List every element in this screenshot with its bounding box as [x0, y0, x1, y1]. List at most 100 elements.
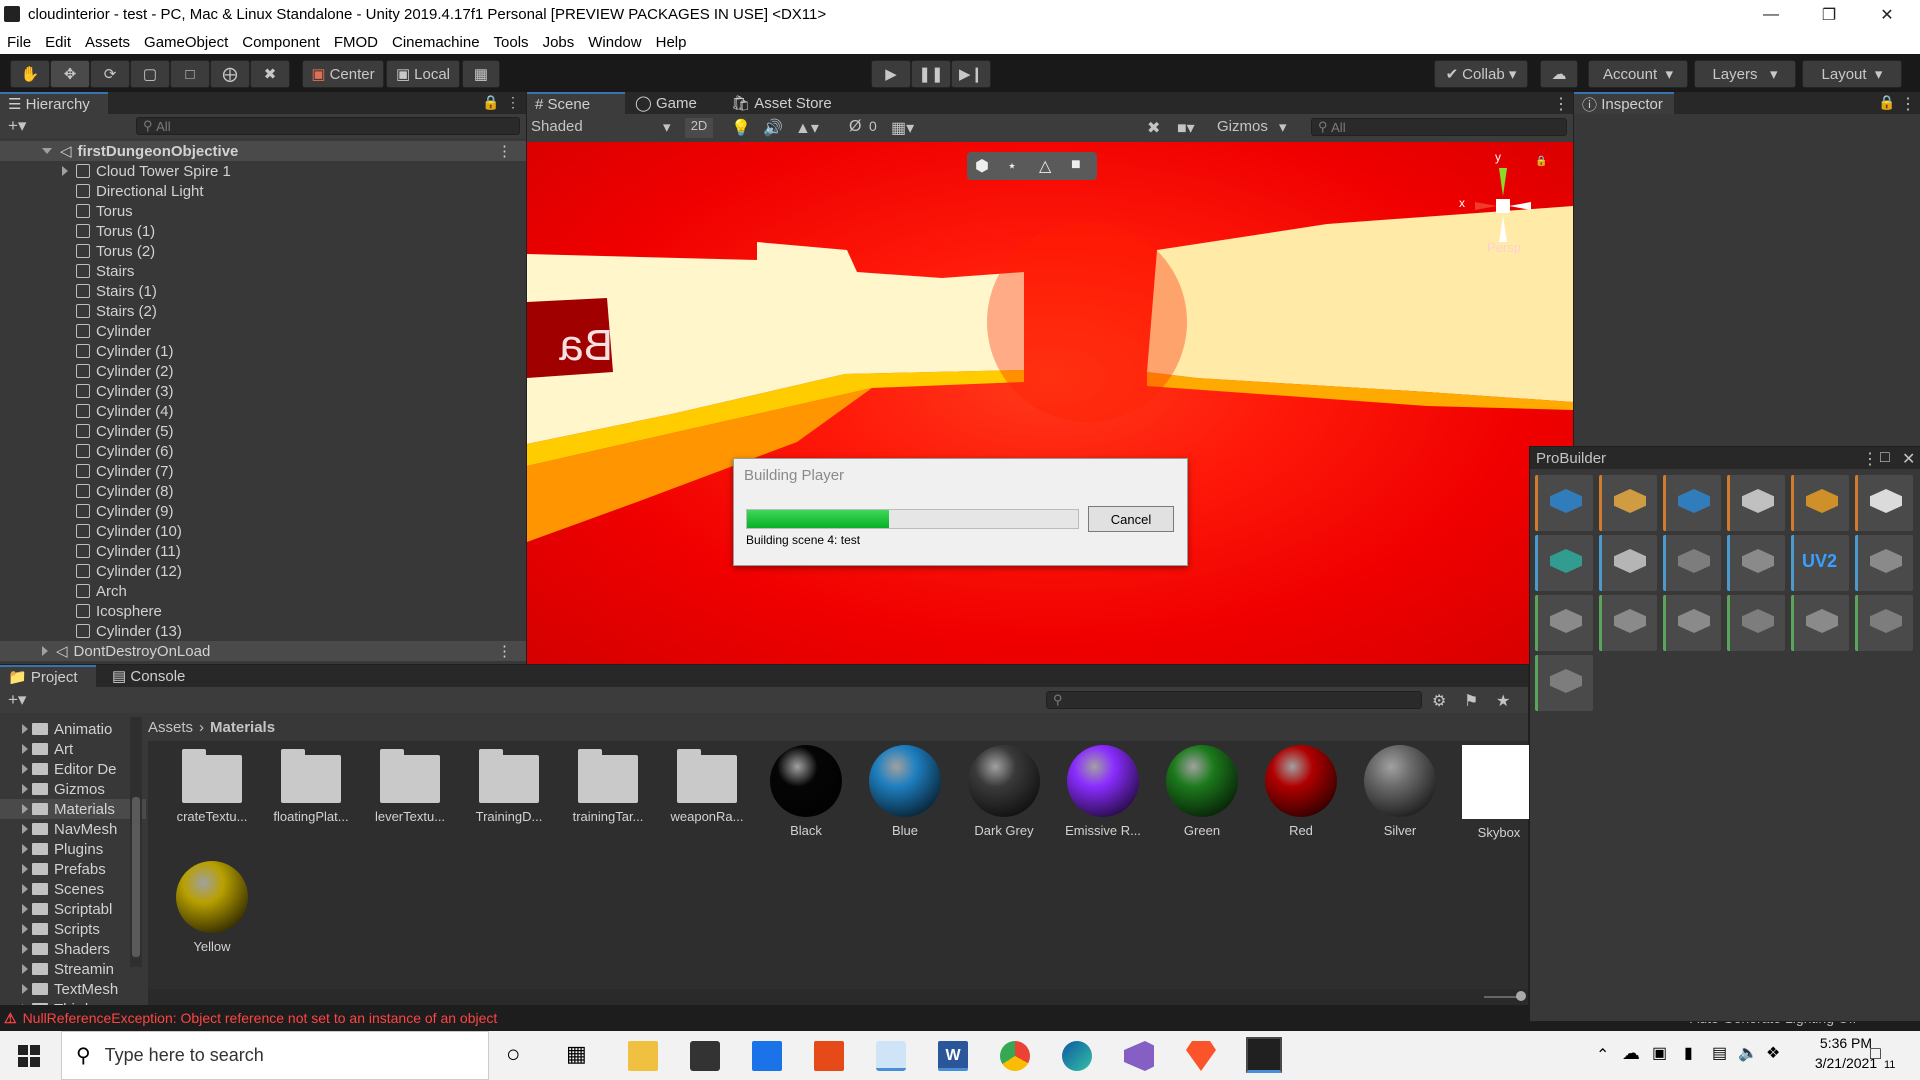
subdivide-icon[interactable]	[1727, 535, 1785, 591]
triangulate-icon[interactable]	[1663, 595, 1721, 651]
word-icon[interactable]: W	[938, 1041, 968, 1071]
material-asset[interactable]: Blue	[857, 743, 953, 838]
asset-folder[interactable]: crateTextu...	[164, 743, 260, 824]
freeze-transform-icon[interactable]	[1599, 535, 1657, 591]
menu-tools[interactable]: Tools	[487, 34, 536, 51]
vertex-colors-icon[interactable]	[1855, 475, 1913, 531]
folder-tree-item[interactable]: TextMesh	[0, 979, 146, 999]
asset-folder[interactable]: leverTextu...	[362, 743, 458, 824]
uv-editor-icon[interactable]	[1727, 475, 1785, 531]
hidden-objects-icon[interactable]: Ø	[849, 118, 861, 136]
expand-arrow-icon[interactable]	[22, 724, 28, 734]
expand-arrow-icon[interactable]	[22, 864, 28, 874]
2d-toggle[interactable]: 2D	[685, 118, 713, 138]
mail-icon[interactable]	[752, 1041, 782, 1071]
hierarchy-item[interactable]: Cylinder (9)	[0, 501, 526, 521]
material-asset[interactable]: Green	[1154, 743, 1250, 838]
tab-console[interactable]: ▤ Console	[104, 665, 220, 687]
folder-tree-item[interactable]: Prefabs	[0, 859, 146, 879]
expand-arrow-icon[interactable]	[22, 844, 28, 854]
folder-tree-item[interactable]: Art	[0, 739, 146, 759]
conform-normals-icon[interactable]	[1535, 595, 1593, 651]
windows-start-icon[interactable]	[18, 1045, 40, 1067]
dontdestroy-row[interactable]: ◁ DontDestroyOnLoad ⋮	[0, 641, 526, 661]
close-icon[interactable]: ✕	[1902, 449, 1915, 469]
face-mode-icon[interactable]: ■	[1071, 156, 1081, 174]
filter-label-icon[interactable]: ⚑	[1464, 691, 1478, 711]
tab-game[interactable]: ◯ Game	[627, 92, 727, 114]
file-explorer-icon[interactable]	[628, 1041, 658, 1071]
folder-tree-item[interactable]: Scriptabl	[0, 899, 146, 919]
hierarchy-item[interactable]: Cylinder (2)	[0, 361, 526, 381]
scene-root-row[interactable]: ◁ firstDungeonObjective ⋮	[0, 141, 526, 161]
cloud-icon[interactable]: ☁	[1540, 60, 1578, 88]
material-asset[interactable]: Silver	[1352, 743, 1448, 838]
expand-arrow-icon[interactable]	[22, 944, 28, 954]
scene-search-input[interactable]: ⚲ All	[1311, 118, 1567, 136]
add-icon[interactable]: +▾	[8, 116, 26, 136]
expand-arrow-icon[interactable]	[22, 924, 28, 934]
asset-folder[interactable]: trainingTar...	[560, 743, 656, 824]
material-asset[interactable]: Dark Grey	[956, 743, 1052, 838]
material-asset[interactable]: Black	[758, 743, 854, 838]
hierarchy-item[interactable]: Cloud Tower Spire 1	[0, 161, 526, 181]
menu-window[interactable]: Window	[581, 34, 648, 51]
breadcrumb-materials[interactable]: Materials	[210, 719, 275, 736]
menu-edit[interactable]: Edit	[38, 34, 78, 51]
material-asset[interactable]: Emissive R...	[1055, 743, 1151, 838]
office-icon[interactable]	[814, 1041, 844, 1071]
hierarchy-item[interactable]: Cylinder (12)	[0, 561, 526, 581]
expand-arrow-icon[interactable]	[22, 784, 28, 794]
edge-mode-icon[interactable]: △	[1039, 156, 1051, 176]
rect-tool-icon[interactable]: □	[170, 60, 210, 88]
filter-type-icon[interactable]: ⚙	[1432, 691, 1446, 711]
panel-menu-icon[interactable]: ⋮	[506, 94, 520, 111]
asset-folder[interactable]: floatingPlat...	[263, 743, 359, 824]
lock-icon[interactable]: 🔒	[1535, 156, 1547, 167]
account-dropdown[interactable]: Account ▾	[1588, 60, 1688, 88]
battery-icon[interactable]: ▮	[1684, 1043, 1693, 1063]
hierarchy-item[interactable]: Cylinder (3)	[0, 381, 526, 401]
hierarchy-item[interactable]: Torus (2)	[0, 241, 526, 261]
chrome-icon[interactable]	[1000, 1041, 1030, 1071]
clock[interactable]: 5:36 PM 3/21/2021	[1796, 1035, 1896, 1071]
export-icon[interactable]	[1791, 595, 1849, 651]
hierarchy-item[interactable]: Torus (1)	[0, 221, 526, 241]
pivot-local-button[interactable]: ▣ Local	[386, 60, 460, 88]
expand-arrow-icon[interactable]	[62, 166, 68, 176]
asset-folder[interactable]: TrainingD...	[461, 743, 557, 824]
scene-menu-icon[interactable]: ⋮	[497, 642, 512, 660]
volume-icon[interactable]: 🔈	[1738, 1043, 1758, 1063]
hierarchy-item[interactable]: Cylinder (8)	[0, 481, 526, 501]
menu-component[interactable]: Component	[235, 34, 327, 51]
expand-arrow-icon[interactable]	[22, 824, 28, 834]
smoothing-icon[interactable]	[1663, 475, 1721, 531]
poly-shape-icon[interactable]	[1599, 475, 1657, 531]
grid-icon[interactable]: ▦▾	[891, 118, 914, 138]
material-asset[interactable]: Red	[1253, 743, 1349, 838]
pause-button[interactable]: ❚❚	[911, 60, 951, 88]
folder-tree-scrollbar[interactable]	[130, 717, 142, 967]
pivot-center-button[interactable]: ▣ Center	[302, 60, 384, 88]
object-mode-icon[interactable]: ⬢	[975, 156, 989, 176]
lock-icon[interactable]: 🔒	[1878, 94, 1895, 111]
menu-file[interactable]: File	[0, 34, 38, 51]
new-shape-icon[interactable]	[1535, 475, 1593, 531]
edge-icon[interactable]	[1062, 1041, 1092, 1071]
onedrive-icon[interactable]: ☁	[1622, 1043, 1640, 1064]
hierarchy-item[interactable]: Stairs (1)	[0, 281, 526, 301]
camera-icon[interactable]: ■▾	[1177, 118, 1195, 138]
dropbox-icon[interactable]: ❖	[1766, 1043, 1780, 1063]
minimize-icon[interactable]: —	[1742, 0, 1800, 30]
expand-arrow-icon[interactable]	[22, 884, 28, 894]
console-error-message[interactable]: NullReferenceException: Object reference…	[23, 1010, 498, 1026]
orientation-gizmo[interactable]: y x 🔒 Persp	[1447, 150, 1557, 260]
taskbar-search-box[interactable]: ⚲ Type here to search	[61, 1031, 489, 1080]
folder-tree-item[interactable]: Plugins	[0, 839, 146, 859]
hierarchy-item[interactable]: Cylinder (5)	[0, 421, 526, 441]
step-button[interactable]: ▶❙	[951, 60, 991, 88]
layers-dropdown[interactable]: Layers ▾	[1694, 60, 1796, 88]
flip-normals-icon[interactable]	[1663, 535, 1721, 591]
center-pivot-icon[interactable]	[1535, 535, 1593, 591]
notifications-icon[interactable]: □	[1870, 1043, 1881, 1064]
